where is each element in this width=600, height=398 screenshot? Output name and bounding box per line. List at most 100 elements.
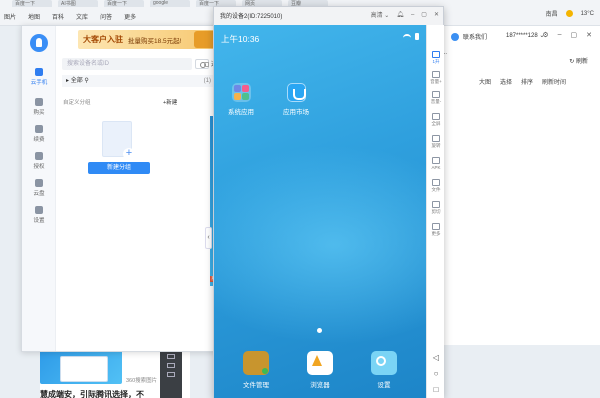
create-group-button[interactable]: 新建分组 [88, 162, 150, 174]
browser-tab[interactable]: google [150, 0, 190, 7]
tool-label: 旋转 [431, 143, 441, 148]
tool-upload[interactable]: 1升 [427, 51, 445, 65]
app-market[interactable]: 应用市场 [275, 83, 317, 116]
news-source: 360搜索图片 [126, 378, 158, 384]
menu-item-qa[interactable]: 问答 [100, 12, 112, 21]
plus-icon: + [123, 148, 135, 160]
sidebar-item-cloud-disk[interactable]: 云盘 [22, 179, 56, 197]
sidebar-label: 设置 [33, 218, 45, 224]
fullscreen-icon [432, 113, 440, 120]
phone-mirror-window: 我的设备2(ID:7225010) 高清 ⌄ 🔔︎ – ▢ ✕ 上午10:36 … [213, 6, 444, 398]
refresh-button[interactable]: ↻ 刷新 [569, 56, 588, 65]
key-icon [35, 152, 43, 160]
tool-files[interactable]: 文件 [427, 179, 445, 193]
phone-toolbar: 1升 音量+ 音量- 全屏 旋转 APK 文件 剪切 更多 ◁ ○ □ [426, 25, 444, 398]
search-category-menu: 图片 地图 百科 文库 问答 更多 [0, 9, 136, 23]
status-time: 上午10:36 [221, 34, 260, 44]
toolbar-sort[interactable]: 排序 [521, 77, 533, 86]
refresh-label: 刷新 [575, 59, 588, 65]
back-icon[interactable]: ◁ [431, 353, 441, 363]
sidebar-item-cloud-phone[interactable]: 云手机 [22, 68, 56, 86]
tool-apk[interactable]: APK [427, 157, 445, 170]
pen-tool-icon[interactable] [167, 372, 175, 377]
phone-window-controls: 高清 ⌄ 🔔︎ – ▢ ✕ [371, 10, 439, 20]
menu-item-wenku[interactable]: 文库 [76, 12, 88, 21]
toolbar-refresh-time[interactable]: 刷新时间 [542, 77, 566, 86]
contact-us-label: 联系我们 [463, 35, 488, 41]
tool-volume-down[interactable]: 音量- [427, 91, 445, 105]
sidebar-item-buy[interactable]: 购买 [22, 98, 56, 116]
home-icon[interactable]: ○ [431, 369, 441, 379]
browser-tab[interactable]: 百度一下 [104, 0, 144, 7]
maximize-icon[interactable]: ▢ [421, 11, 427, 18]
volume-up-icon [432, 71, 440, 78]
select-tool-icon[interactable] [167, 354, 175, 359]
volume-down-icon [432, 91, 440, 98]
close-icon[interactable]: ✕ [434, 11, 439, 18]
news-title-link[interactable]: 慧成端安，引际腾讯选择，不 [40, 389, 144, 398]
contact-us-link[interactable]: 联系我们 [451, 32, 487, 41]
promo-title: 大客户入驻 [83, 35, 123, 44]
app-system-apps[interactable]: 系统应用 [220, 83, 262, 116]
collapse-panel-button[interactable]: ‹ [205, 227, 212, 249]
browser-tab[interactable]: AI书图 [58, 0, 98, 7]
gear-icon [35, 206, 43, 214]
device-search-input[interactable]: 搜索设备名或ID [62, 58, 192, 70]
folder-icon [432, 179, 440, 186]
crop-tool-icon[interactable] [167, 363, 175, 368]
group-all-row[interactable]: ▸ 全部 ⚲ (1) [62, 75, 215, 87]
phone-screen[interactable]: 上午10:36 系统应用 应用市场 文件管理 浏览器 设置 [214, 25, 426, 398]
tool-label: 音量+ [430, 79, 442, 84]
tool-label: 1升 [432, 59, 440, 64]
sidebar-item-renew[interactable]: 续费 [22, 125, 56, 143]
menu-item-baike[interactable]: 百科 [52, 12, 64, 21]
tool-more[interactable]: 更多 [427, 223, 445, 237]
maximize-icon[interactable]: ▢ [571, 31, 578, 39]
browser-tab[interactable]: 百度一下 [12, 0, 52, 7]
weather-widget[interactable]: 南昌 13°C [546, 9, 594, 18]
tool-label: 文件 [431, 187, 441, 192]
app-browser[interactable]: 浏览器 [299, 351, 341, 389]
close-icon[interactable]: ✕ [586, 31, 592, 39]
promo-banner[interactable]: 大客户入驻 批量购买18.5元起! [78, 30, 218, 49]
right-browser-window: ... 联系我们 187*****128 ⌄ ⚙ – ▢ ✕ ↻ 刷新 大图 选… [440, 26, 600, 345]
new-group-link[interactable]: +新建 [163, 98, 177, 106]
menu-item-maps[interactable]: 地图 [28, 12, 40, 21]
minimize-icon[interactable]: – [558, 31, 562, 39]
app-settings[interactable]: 设置 [363, 351, 405, 389]
sidebar-item-settings[interactable]: 设置 [22, 206, 56, 224]
tool-volume-up[interactable]: 音量+ [427, 71, 445, 85]
filter-icon[interactable]: ⚲ [84, 78, 88, 84]
minimize-icon[interactable]: – [411, 12, 414, 18]
group-all-count: (1) [203, 78, 211, 84]
promo-text: 批量购买18.5元起! [128, 37, 182, 45]
cart-icon [35, 98, 43, 106]
menu-item-images[interactable]: 图片 [4, 12, 16, 21]
bell-icon[interactable]: 🔔︎ [396, 11, 404, 18]
chat-icon [451, 32, 459, 41]
wifi-icon [403, 33, 411, 40]
settings-icon[interactable]: ⚙ [542, 31, 548, 39]
sidebar-item-authorize[interactable]: 授权 [22, 152, 56, 170]
tool-label: 更多 [431, 231, 441, 236]
phone-icon [35, 68, 43, 76]
toolbar-big-view[interactable]: 大图 [479, 77, 491, 86]
toolbar-select[interactable]: 选择 [500, 77, 512, 86]
tool-label: 剪切 [431, 209, 441, 214]
tool-fullscreen[interactable]: 全屏 [427, 113, 445, 127]
tool-rotate[interactable]: 旋转 [427, 135, 445, 149]
sidebar-label: 续费 [33, 137, 45, 143]
sun-icon [565, 10, 573, 17]
app-file-manager[interactable]: 文件管理 [235, 351, 277, 389]
window-controls: ⚙ – ▢ ✕ [542, 31, 592, 39]
account-label[interactable]: 187*****128 ⌄ [506, 32, 544, 39]
account-phone: 187*****128 [506, 33, 538, 39]
editor-toolbar [160, 350, 182, 398]
app-label: 文件管理 [243, 382, 269, 389]
sidebar-label: 授权 [33, 164, 45, 170]
quality-select[interactable]: 高清 ⌄ [371, 10, 390, 19]
recent-apps-icon[interactable]: □ [431, 385, 441, 395]
tool-clipboard[interactable]: 剪切 [427, 201, 445, 215]
menu-item-more[interactable]: 更多 [124, 12, 136, 21]
more-icon [432, 223, 440, 230]
